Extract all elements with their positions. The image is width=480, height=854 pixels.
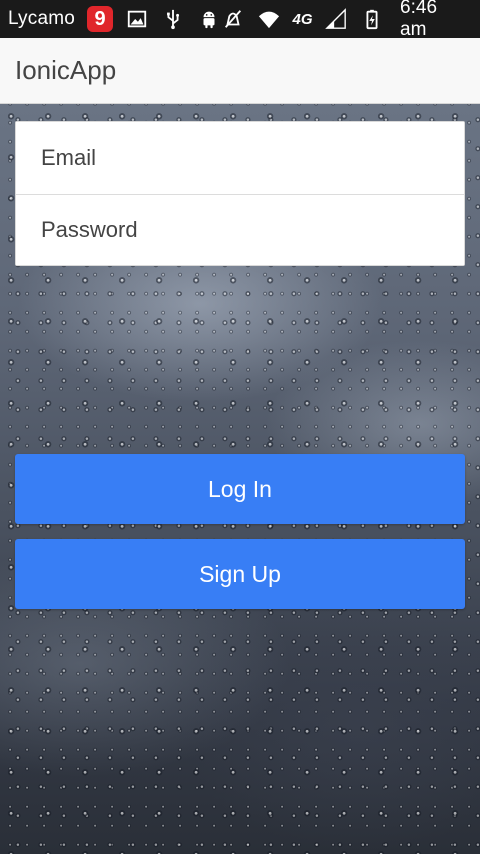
status-left: Lycamo 9 [8,6,221,32]
clock: 6:46 am [400,0,438,40]
network-type-label: 4G [292,10,313,28]
email-row[interactable] [16,122,464,194]
password-field[interactable] [41,217,464,243]
android-icon [197,7,221,31]
notification-badge-icon: 9 [87,6,114,32]
login-form [15,121,465,266]
mute-icon [221,7,245,31]
signal-icon [325,7,349,31]
battery-icon [360,7,384,31]
signup-button[interactable]: Sign Up [15,539,465,609]
carrier-name: Lycamo [8,8,76,29]
usb-icon [161,7,185,31]
image-icon [125,7,149,31]
password-row[interactable] [16,194,464,265]
email-field[interactable] [41,145,464,171]
status-bar: Lycamo 9 4G 6:46 am [0,0,480,41]
app-header: IonicApp [0,38,480,104]
wifi-icon [257,7,281,31]
login-button[interactable]: Log In [15,454,465,524]
page-title: IonicApp [15,55,117,85]
status-right: 4G 6:46 am [221,0,468,41]
